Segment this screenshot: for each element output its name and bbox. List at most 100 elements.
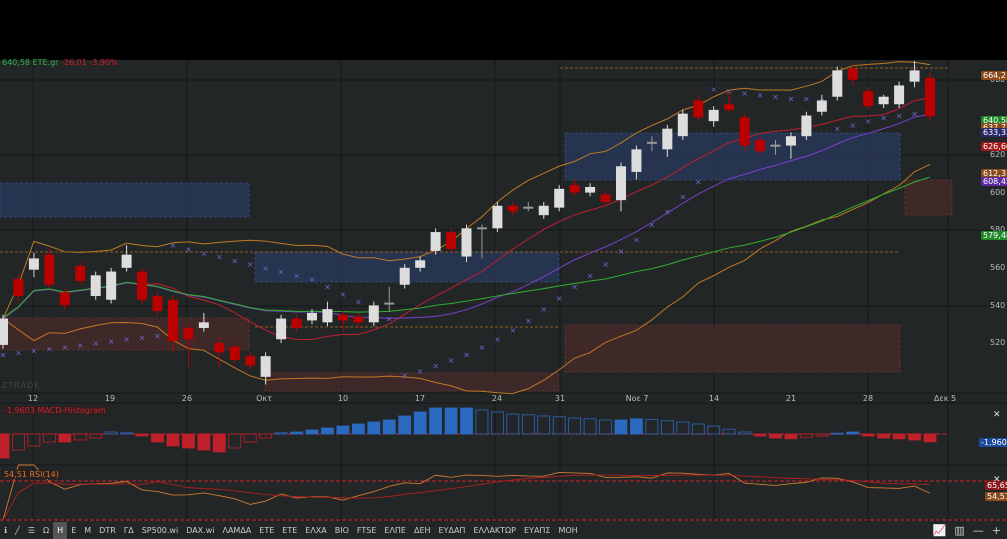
sar-marker: × bbox=[664, 207, 671, 216]
toolbar-item[interactable]: ΒΙΟ bbox=[331, 522, 353, 539]
date-label: 19 bbox=[104, 394, 116, 403]
symbol-header: 640,58 ΕΤΕ.gr -26,01 -3,90% bbox=[2, 58, 118, 67]
toolbar-item[interactable]: ΜΟΗ bbox=[554, 522, 581, 539]
macd-bar bbox=[274, 432, 288, 435]
close-rsi-icon[interactable]: ✕ bbox=[993, 475, 1001, 485]
header-change-pct: -3,90% bbox=[89, 58, 118, 67]
candle-body bbox=[677, 113, 688, 137]
macd-bar bbox=[259, 433, 273, 439]
price-tick: 600 bbox=[990, 188, 1006, 197]
header-change: -26,01 bbox=[61, 58, 87, 67]
sar-marker: × bbox=[587, 271, 594, 280]
rsi-signal-line bbox=[2, 474, 931, 521]
watermark: ZTRADE bbox=[2, 381, 41, 390]
macd-bar bbox=[305, 429, 319, 435]
toolbar-item[interactable]: Η bbox=[53, 522, 68, 539]
sar-marker: × bbox=[247, 260, 254, 269]
macd-bar bbox=[42, 433, 56, 443]
sar-marker: × bbox=[417, 367, 424, 376]
toolbar-item[interactable]: ΕΤΕ bbox=[278, 522, 301, 539]
macd-bar bbox=[12, 433, 25, 451]
macd-bar bbox=[0, 433, 10, 459]
zoom-out-icon[interactable]: — bbox=[973, 524, 984, 537]
macd-bar bbox=[120, 432, 133, 435]
zone-rect bbox=[0, 182, 250, 218]
chart-type-icon[interactable]: 📈 bbox=[933, 524, 947, 537]
toolbar-item[interactable]: DTR bbox=[95, 522, 120, 539]
sar-marker: × bbox=[216, 253, 223, 262]
toolbar-item[interactable]: ΕΤΕ bbox=[255, 522, 278, 539]
candle-body bbox=[291, 318, 302, 328]
sar-marker: × bbox=[355, 298, 362, 307]
volume-icon[interactable]: ▥ bbox=[954, 524, 964, 537]
draw-line-icon[interactable]: ╱ bbox=[11, 522, 24, 539]
toolbar-item[interactable]: ΛΑΜΔΑ bbox=[218, 522, 255, 539]
candle-body bbox=[631, 149, 642, 172]
date-label: Οκτ bbox=[256, 394, 272, 403]
toolbar-item[interactable]: ΓΔ bbox=[120, 522, 138, 539]
macd-bar bbox=[166, 433, 180, 447]
toolbar-item[interactable]: Μ bbox=[80, 522, 95, 539]
price-chart[interactable]: × × × × × × × × × × × × × × × × × × × × × × × × × × × × × × × × × × × × × × × ×… bbox=[0, 0, 1007, 539]
date-label: Νοε 7 bbox=[625, 394, 649, 403]
sar-marker: × bbox=[540, 305, 547, 314]
macd-bar bbox=[645, 419, 659, 435]
sar-marker: × bbox=[46, 345, 53, 354]
macd-bar bbox=[429, 407, 443, 435]
toolbar-item[interactable]: DAX.wi bbox=[182, 522, 218, 539]
candle-body bbox=[430, 232, 441, 251]
sar-marker: × bbox=[77, 341, 84, 350]
candle-body bbox=[801, 115, 812, 137]
candle-body bbox=[322, 309, 333, 323]
rsi-value-label: 54,51 bbox=[985, 492, 1007, 501]
sar-marker: × bbox=[494, 335, 501, 344]
macd-bar bbox=[769, 433, 782, 439]
price-label: 664,2 bbox=[981, 71, 1007, 80]
candle-body bbox=[600, 194, 611, 202]
toolbar-item[interactable]: Ω bbox=[39, 522, 53, 539]
candle-body bbox=[724, 104, 735, 110]
price-tick: 620 bbox=[990, 150, 1006, 159]
toolbar-item[interactable]: ΕΥΑΠΣ bbox=[520, 522, 554, 539]
toolbar-item[interactable]: ΕΥΔΑΠ bbox=[435, 522, 470, 539]
candle-body bbox=[863, 91, 874, 107]
sar-marker: × bbox=[31, 347, 38, 356]
zoom-in-icon[interactable]: + bbox=[992, 524, 1001, 537]
macd-bar bbox=[321, 427, 334, 435]
date-label: 28 bbox=[862, 394, 874, 403]
sar-marker: × bbox=[432, 362, 439, 371]
toolbar-item[interactable]: ΕΛΠΕ bbox=[380, 522, 410, 539]
toolbar-item[interactable]: FTSE bbox=[353, 522, 380, 539]
candle-body bbox=[368, 305, 379, 323]
date-label: 14 bbox=[708, 394, 720, 403]
macd-bar bbox=[923, 433, 937, 443]
price-tick: 520 bbox=[990, 338, 1006, 347]
indicators-icon[interactable]: ☰ bbox=[24, 522, 39, 539]
macd-bar bbox=[27, 433, 41, 447]
toolbar-item[interactable]: ΕΛΛΑΚΤΩΡ bbox=[469, 522, 520, 539]
date-label: 26 bbox=[181, 394, 193, 403]
macd-bar bbox=[290, 431, 303, 435]
sar-marker: × bbox=[772, 93, 779, 102]
macd-bar bbox=[784, 433, 798, 440]
macd-bar bbox=[846, 431, 860, 435]
macd-bar bbox=[521, 414, 535, 435]
macd-bar bbox=[243, 433, 257, 443]
close-macd-icon[interactable]: ✕ bbox=[993, 410, 1001, 420]
candle-body bbox=[476, 227, 487, 230]
toolbar-item[interactable]: ΕΛΧΑ bbox=[301, 522, 330, 539]
rsi-label: 54,51 RSI(14) bbox=[2, 470, 61, 479]
price-label: 626,66 bbox=[981, 142, 1007, 151]
sar-marker: × bbox=[880, 113, 887, 122]
toolbar-item[interactable]: SP500.wi bbox=[138, 522, 182, 539]
toolbar-item[interactable]: ΔΕΗ bbox=[410, 522, 435, 539]
macd-bar bbox=[614, 419, 628, 435]
sar-marker: × bbox=[788, 95, 795, 104]
sar-marker: × bbox=[386, 315, 393, 324]
candle-body bbox=[28, 258, 39, 270]
candle-body bbox=[925, 77, 935, 117]
sar-marker: × bbox=[15, 348, 22, 357]
info-icon[interactable]: ℹ bbox=[0, 522, 11, 539]
toolbar-item[interactable]: Ε bbox=[67, 522, 80, 539]
price-label: 633,33 bbox=[981, 128, 1007, 137]
